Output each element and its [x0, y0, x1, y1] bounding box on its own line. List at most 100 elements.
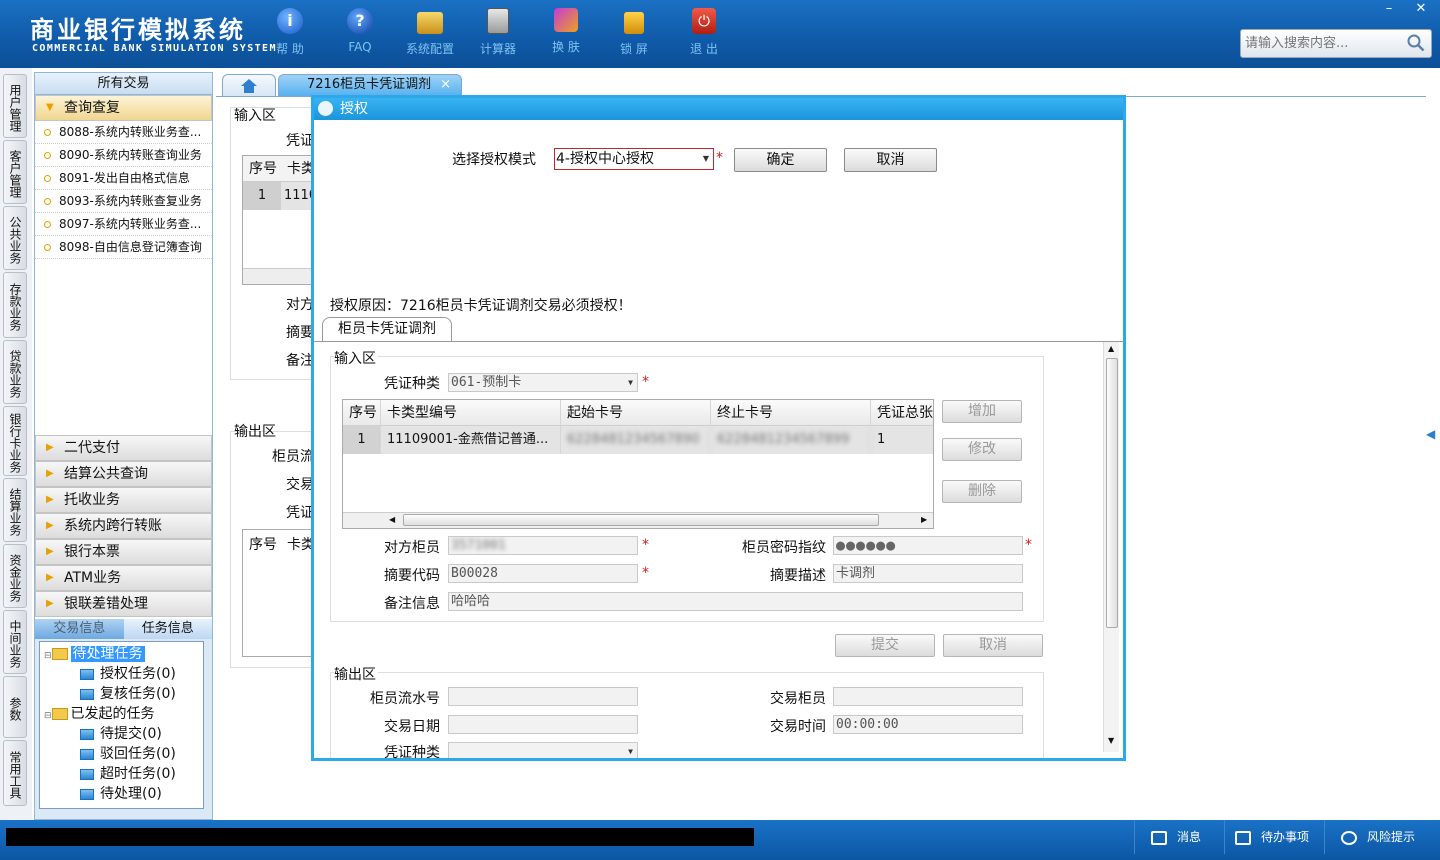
tree-node-auth-tasks[interactable]: 授权任务(0) — [44, 664, 203, 684]
minimize-button[interactable]: – — [1374, 0, 1404, 18]
rail-parameters[interactable]: 参数 — [3, 676, 27, 738]
skin-button[interactable]: 换 肤 — [534, 8, 598, 55]
tree-node-initiated[interactable]: ⊟ 已发起的任务 — [44, 704, 203, 724]
help-icon: ? — [347, 8, 373, 34]
password-field[interactable]: ●●●●●● — [833, 536, 1023, 555]
calculator-icon — [487, 8, 509, 34]
nav-group-settlement-query[interactable]: ▶ 结算公共查询 — [35, 461, 212, 487]
abstract-desc-field[interactable]: 卡调剂 — [833, 564, 1023, 583]
counter-teller-field[interactable]: 3571001 — [448, 536, 638, 555]
tree-node-to-handle[interactable]: 待处理(0) — [44, 784, 203, 804]
nav-group-query[interactable]: ▼ 查询查复 — [35, 95, 212, 121]
rail-deposit-business[interactable]: 存款业务 — [3, 272, 27, 338]
auth-mode-label: 选择授权模式 — [452, 152, 536, 168]
rail-public-business[interactable]: 公共业务 — [3, 206, 27, 270]
delete-button[interactable]: 删除 — [942, 480, 1022, 503]
grid-hscroll-thumb[interactable] — [403, 514, 879, 526]
close-window-button[interactable]: ✕ — [1406, 0, 1436, 18]
rail-intermediate-business[interactable]: 中间业务 — [3, 610, 27, 674]
trans-teller-field[interactable] — [833, 687, 1023, 706]
tab-7216[interactable]: 7216柜员卡凭证调剂 × — [278, 74, 462, 96]
app-header: 商业银行模拟系统 COMMERCIAL BANK SIMULATION SYST… — [0, 0, 1440, 68]
grid-hscrollbar[interactable]: ◀ ▶ — [343, 512, 933, 528]
rail-loan-business[interactable]: 贷款业务 — [3, 340, 27, 404]
task-icon — [80, 788, 94, 800]
abstract-code-field[interactable]: B00028 — [448, 564, 638, 583]
nav-group-interbank-transfer[interactable]: ▶ 系统内跨行转账 — [35, 513, 212, 539]
nav-item-8091[interactable]: 8091-发出自由格式信息 — [35, 167, 212, 190]
tree-node-timeout[interactable]: 超时任务(0) — [44, 764, 203, 784]
todo-button[interactable]: 待办事项 — [1224, 820, 1324, 854]
calculator-label: 计算器 — [479, 42, 516, 56]
submit-button[interactable]: 提交 — [835, 634, 935, 657]
cancel-button[interactable]: 取消 — [844, 148, 937, 172]
faq-button[interactable]: ? FAQ — [328, 8, 392, 54]
exit-button[interactable]: ⏻ 退 出 — [672, 8, 736, 57]
config-button[interactable]: 系统配置 — [398, 8, 462, 57]
rail-card-business[interactable]: 银行卡业务 — [3, 406, 27, 476]
risk-button[interactable]: 风险提示 — [1324, 820, 1440, 854]
nav-group-bank-draft[interactable]: ▶ 银行本票 — [35, 539, 212, 565]
tab-close-icon[interactable]: × — [440, 75, 451, 95]
voucher-type2-select[interactable]: ▼ — [448, 742, 638, 758]
tree-node-to-submit[interactable]: 待提交(0) — [44, 724, 203, 744]
search-input[interactable] — [1241, 30, 1401, 57]
messages-button[interactable]: 消息 — [1134, 820, 1224, 854]
scroll-left-icon[interactable]: ◀ — [389, 515, 395, 524]
rail-common-tools[interactable]: 常用工具 — [3, 740, 27, 806]
tab-task-info[interactable]: 任务信息 — [123, 619, 212, 639]
task-icon — [80, 688, 94, 700]
collapse-arrow-icon[interactable]: ◀ — [1426, 427, 1435, 457]
form-vscroll-thumb[interactable] — [1106, 358, 1118, 628]
nav-group-cnaps2[interactable]: ▶ 二代支付 — [35, 435, 212, 461]
tree-node-review-tasks[interactable]: 复核任务(0) — [44, 684, 203, 704]
scroll-right-icon[interactable]: ▶ — [921, 515, 927, 524]
tree-node-label: 待提交(0) — [100, 726, 162, 742]
nav-item-8088[interactable]: 8088-系统内转账业务查... — [35, 121, 212, 144]
add-button[interactable]: 增加 — [942, 400, 1022, 423]
tab-card-voucher[interactable]: 柜员卡凭证调剂 — [322, 317, 452, 341]
teller-seq-field[interactable] — [448, 687, 638, 706]
help-button[interactable]: i 帮 助 — [258, 8, 322, 57]
scroll-up-icon[interactable]: ▲ — [1108, 344, 1114, 353]
nav-item-8098[interactable]: 8098-自由信息登记簿查询 — [35, 236, 212, 259]
trans-time-field[interactable]: 00:00:00 — [833, 715, 1023, 734]
table-row[interactable]: 1 11109001-金燕借记普通... 6228481234567890 62… — [343, 426, 933, 454]
nav-group-atm[interactable]: ▶ ATM业务 — [35, 565, 212, 591]
inner-form: 输入区 凭证种类 061-预制卡 ▼ * 序号 卡类型编号 起始卡号 终止卡号 … — [314, 342, 1123, 758]
checkbox-icon — [1235, 830, 1251, 845]
nav-group-collection[interactable]: ▶ 托收业务 — [35, 487, 212, 513]
nav-group-unionpay-error[interactable]: ▶ 银联差错处理 — [35, 591, 212, 617]
search-icon[interactable] — [1407, 34, 1425, 52]
bullet-icon — [44, 198, 51, 205]
tab-transaction-info[interactable]: 交易信息 — [35, 619, 124, 639]
required-mark: * — [642, 537, 649, 553]
rail-user-management[interactable]: 用户管理 — [3, 74, 27, 138]
calculator-button[interactable]: 计算器 — [466, 8, 530, 57]
voucher-type-select[interactable]: 061-预制卡 ▼ — [448, 373, 638, 392]
task-tree: ⊟ 待处理任务 授权任务(0) 复核任务(0) ⊟ 已发起的任务 待提交(0) 驳回… — [39, 641, 204, 809]
form-vscrollbar[interactable]: ▲ ▼ — [1103, 342, 1119, 752]
tree-node-rejected[interactable]: 驳回任务(0) — [44, 744, 203, 764]
nav-item-8097[interactable]: 8097-系统内转账业务查... — [35, 213, 212, 236]
tab-home[interactable] — [222, 74, 276, 96]
nav-item-8090[interactable]: 8090-系统内转账查询业务 — [35, 144, 212, 167]
form-cancel-button[interactable]: 取消 — [943, 634, 1043, 657]
modify-button[interactable]: 修改 — [942, 438, 1022, 461]
remark-field[interactable]: 哈哈哈 — [448, 592, 1023, 611]
col-voucher-total: 凭证总张 — [877, 405, 933, 421]
trans-teller-label: 交易柜员 — [770, 691, 826, 707]
lock-button[interactable]: 锁 屏 — [602, 8, 666, 57]
rail-customer-management[interactable]: 客户管理 — [3, 140, 27, 204]
password-label: 柜员密码指纹 — [742, 540, 826, 556]
auth-mode-select[interactable]: 4-授权中心授权 ▼ — [554, 148, 714, 170]
bg-col-seq2: 序号 — [249, 537, 277, 553]
config-label: 系统配置 — [405, 42, 454, 56]
tree-node-pending[interactable]: ⊟ 待处理任务 — [44, 644, 203, 664]
rail-settlement-business[interactable]: 结算业务 — [3, 478, 27, 542]
rail-fund-business[interactable]: 资金业务 — [3, 544, 27, 608]
scroll-down-icon[interactable]: ▼ — [1108, 736, 1114, 745]
trans-date-field[interactable] — [448, 715, 638, 734]
nav-item-8093[interactable]: 8093-系统内转账查复业务 — [35, 190, 212, 213]
confirm-button[interactable]: 确定 — [734, 148, 827, 172]
